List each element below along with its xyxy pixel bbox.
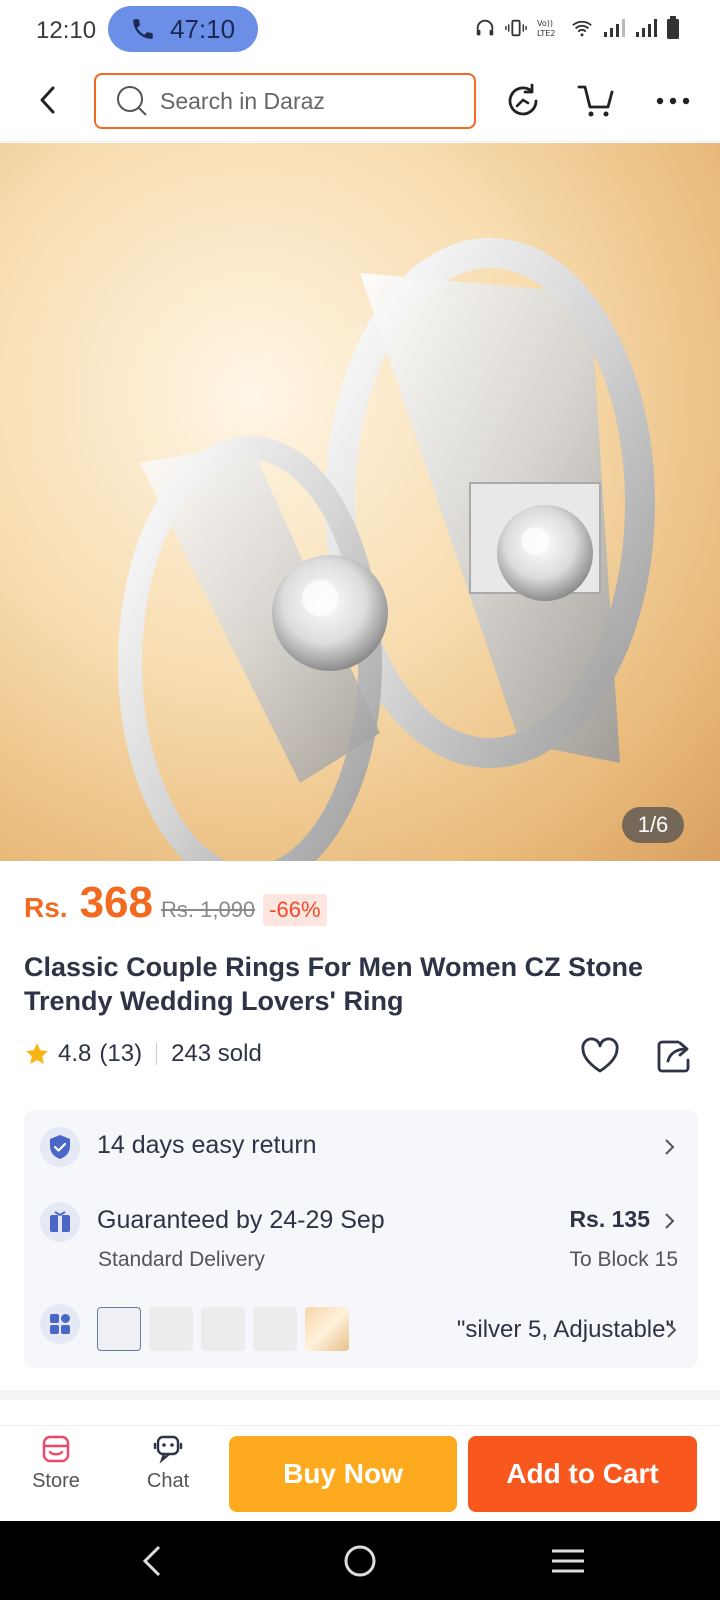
grid-icon: [50, 1314, 70, 1334]
variant-icon-wrap: [40, 1304, 80, 1344]
delivery-location: To Block 15: [569, 1248, 678, 1271]
shield-check-icon: [50, 1135, 70, 1159]
nav-home-icon: [344, 1545, 376, 1577]
add-to-cart-button[interactable]: Add to Cart: [468, 1436, 697, 1512]
product-title: Classic Couple Rings For Men Women CZ St…: [24, 952, 644, 1016]
rings-image: [118, 238, 655, 861]
price-row: Rs. 368 Rs. 1,090 -66%: [24, 878, 327, 928]
rating-value: 4.8: [58, 1040, 92, 1067]
delivery-fee: Rs. 135: [569, 1206, 650, 1232]
return-policy-row[interactable]: 14 days easy return: [24, 1110, 698, 1184]
star-icon: [26, 1043, 48, 1064]
wishlist-button[interactable]: [578, 1034, 622, 1078]
cart-icon: [577, 85, 614, 117]
price-currency: Rs.: [24, 892, 68, 923]
delivery-type: Standard Delivery: [98, 1248, 265, 1271]
nav-back-icon: [142, 1545, 161, 1577]
back-arrow-icon: [40, 86, 55, 114]
nav-recents-button[interactable]: [546, 1539, 590, 1583]
search-icon: [117, 86, 147, 116]
nav-menu-icon: [552, 1549, 584, 1573]
delivery-row[interactable]: Guaranteed by 24-29 Sep Standard Deliver…: [24, 1184, 698, 1280]
store-button[interactable]: Store: [16, 1434, 96, 1493]
battery-icon: [667, 16, 679, 39]
wifi-icon: [572, 20, 592, 37]
back-button[interactable]: [30, 80, 66, 120]
headphones-icon: [476, 19, 494, 36]
signal-icon-2: [636, 19, 657, 37]
chat-label: Chat: [146, 1470, 190, 1492]
more-button[interactable]: [652, 80, 694, 122]
variant-thumb[interactable]: [253, 1307, 297, 1351]
chevron-right-icon: [665, 1213, 675, 1229]
search-bar[interactable]: [94, 73, 476, 129]
delivery-icon-wrap: [40, 1202, 80, 1242]
status-bar: 12:10 47:10 Vo)) LTE2: [0, 0, 720, 60]
share-icon: [657, 1040, 690, 1073]
divider: [156, 1043, 158, 1065]
more-icon: [656, 97, 690, 105]
share-button[interactable]: [652, 1034, 696, 1078]
heart-icon: [581, 1037, 619, 1073]
status-time: 12:10: [36, 17, 97, 44]
chat-button[interactable]: Chat: [128, 1434, 208, 1493]
return-icon-wrap: [40, 1127, 80, 1167]
variant-thumb-selected[interactable]: [97, 1307, 141, 1351]
variant-thumb[interactable]: [201, 1307, 245, 1351]
variant-thumb-image[interactable]: [305, 1307, 349, 1351]
cart-button[interactable]: [575, 80, 617, 122]
svg-text:LTE2: LTE2: [537, 29, 555, 38]
original-price: Rs. 1,090: [161, 897, 256, 922]
search-input[interactable]: [160, 87, 440, 115]
phone-icon: [133, 19, 153, 39]
svg-text:Vo)): Vo)): [537, 19, 553, 28]
chevron-right-icon[interactable]: [664, 1320, 678, 1340]
current-price: 368: [79, 878, 153, 927]
chevron-right-icon: [665, 1139, 675, 1155]
rating-count: (13): [99, 1040, 143, 1067]
rating-row[interactable]: 4.8 (13) 243 sold: [24, 1040, 262, 1068]
delivery-guarantee: Guaranteed by 24-29 Sep: [97, 1206, 385, 1234]
chat-icon: [153, 1435, 183, 1464]
sold-count: 243 sold: [171, 1040, 262, 1067]
bottom-action-bar: Store Chat Buy Now Add to Cart: [0, 1425, 720, 1521]
refresh-icon: [508, 83, 538, 116]
product-image-gallery[interactable]: 1/6: [0, 143, 720, 861]
nav-home-button[interactable]: [338, 1539, 382, 1583]
return-policy-text: 14 days easy return: [97, 1131, 317, 1159]
buy-now-button[interactable]: Buy Now: [229, 1436, 457, 1512]
selected-variant: "silver 5, Adjustable": [456, 1316, 674, 1343]
image-counter: 1/6: [622, 807, 684, 843]
call-duration: 47:10: [170, 13, 236, 44]
status-icons: Vo)) LTE2: [474, 16, 680, 40]
discount-badge: -66%: [263, 894, 327, 926]
signal-icon-1: [604, 19, 625, 37]
refresh-button[interactable]: [502, 80, 544, 122]
store-label: Store: [32, 1470, 80, 1492]
nav-back-button[interactable]: [130, 1539, 174, 1583]
store-icon: [42, 1435, 70, 1463]
variant-thumb[interactable]: [149, 1307, 193, 1351]
ongoing-call-pill[interactable]: 47:10: [108, 6, 258, 52]
package-icon: [50, 1211, 70, 1232]
volte-icon: Vo))LTE2: [537, 19, 555, 38]
top-header: [0, 60, 720, 142]
system-nav-bar: [0, 1521, 720, 1600]
section-divider: [0, 1390, 720, 1400]
vibrate-icon: [505, 19, 527, 37]
